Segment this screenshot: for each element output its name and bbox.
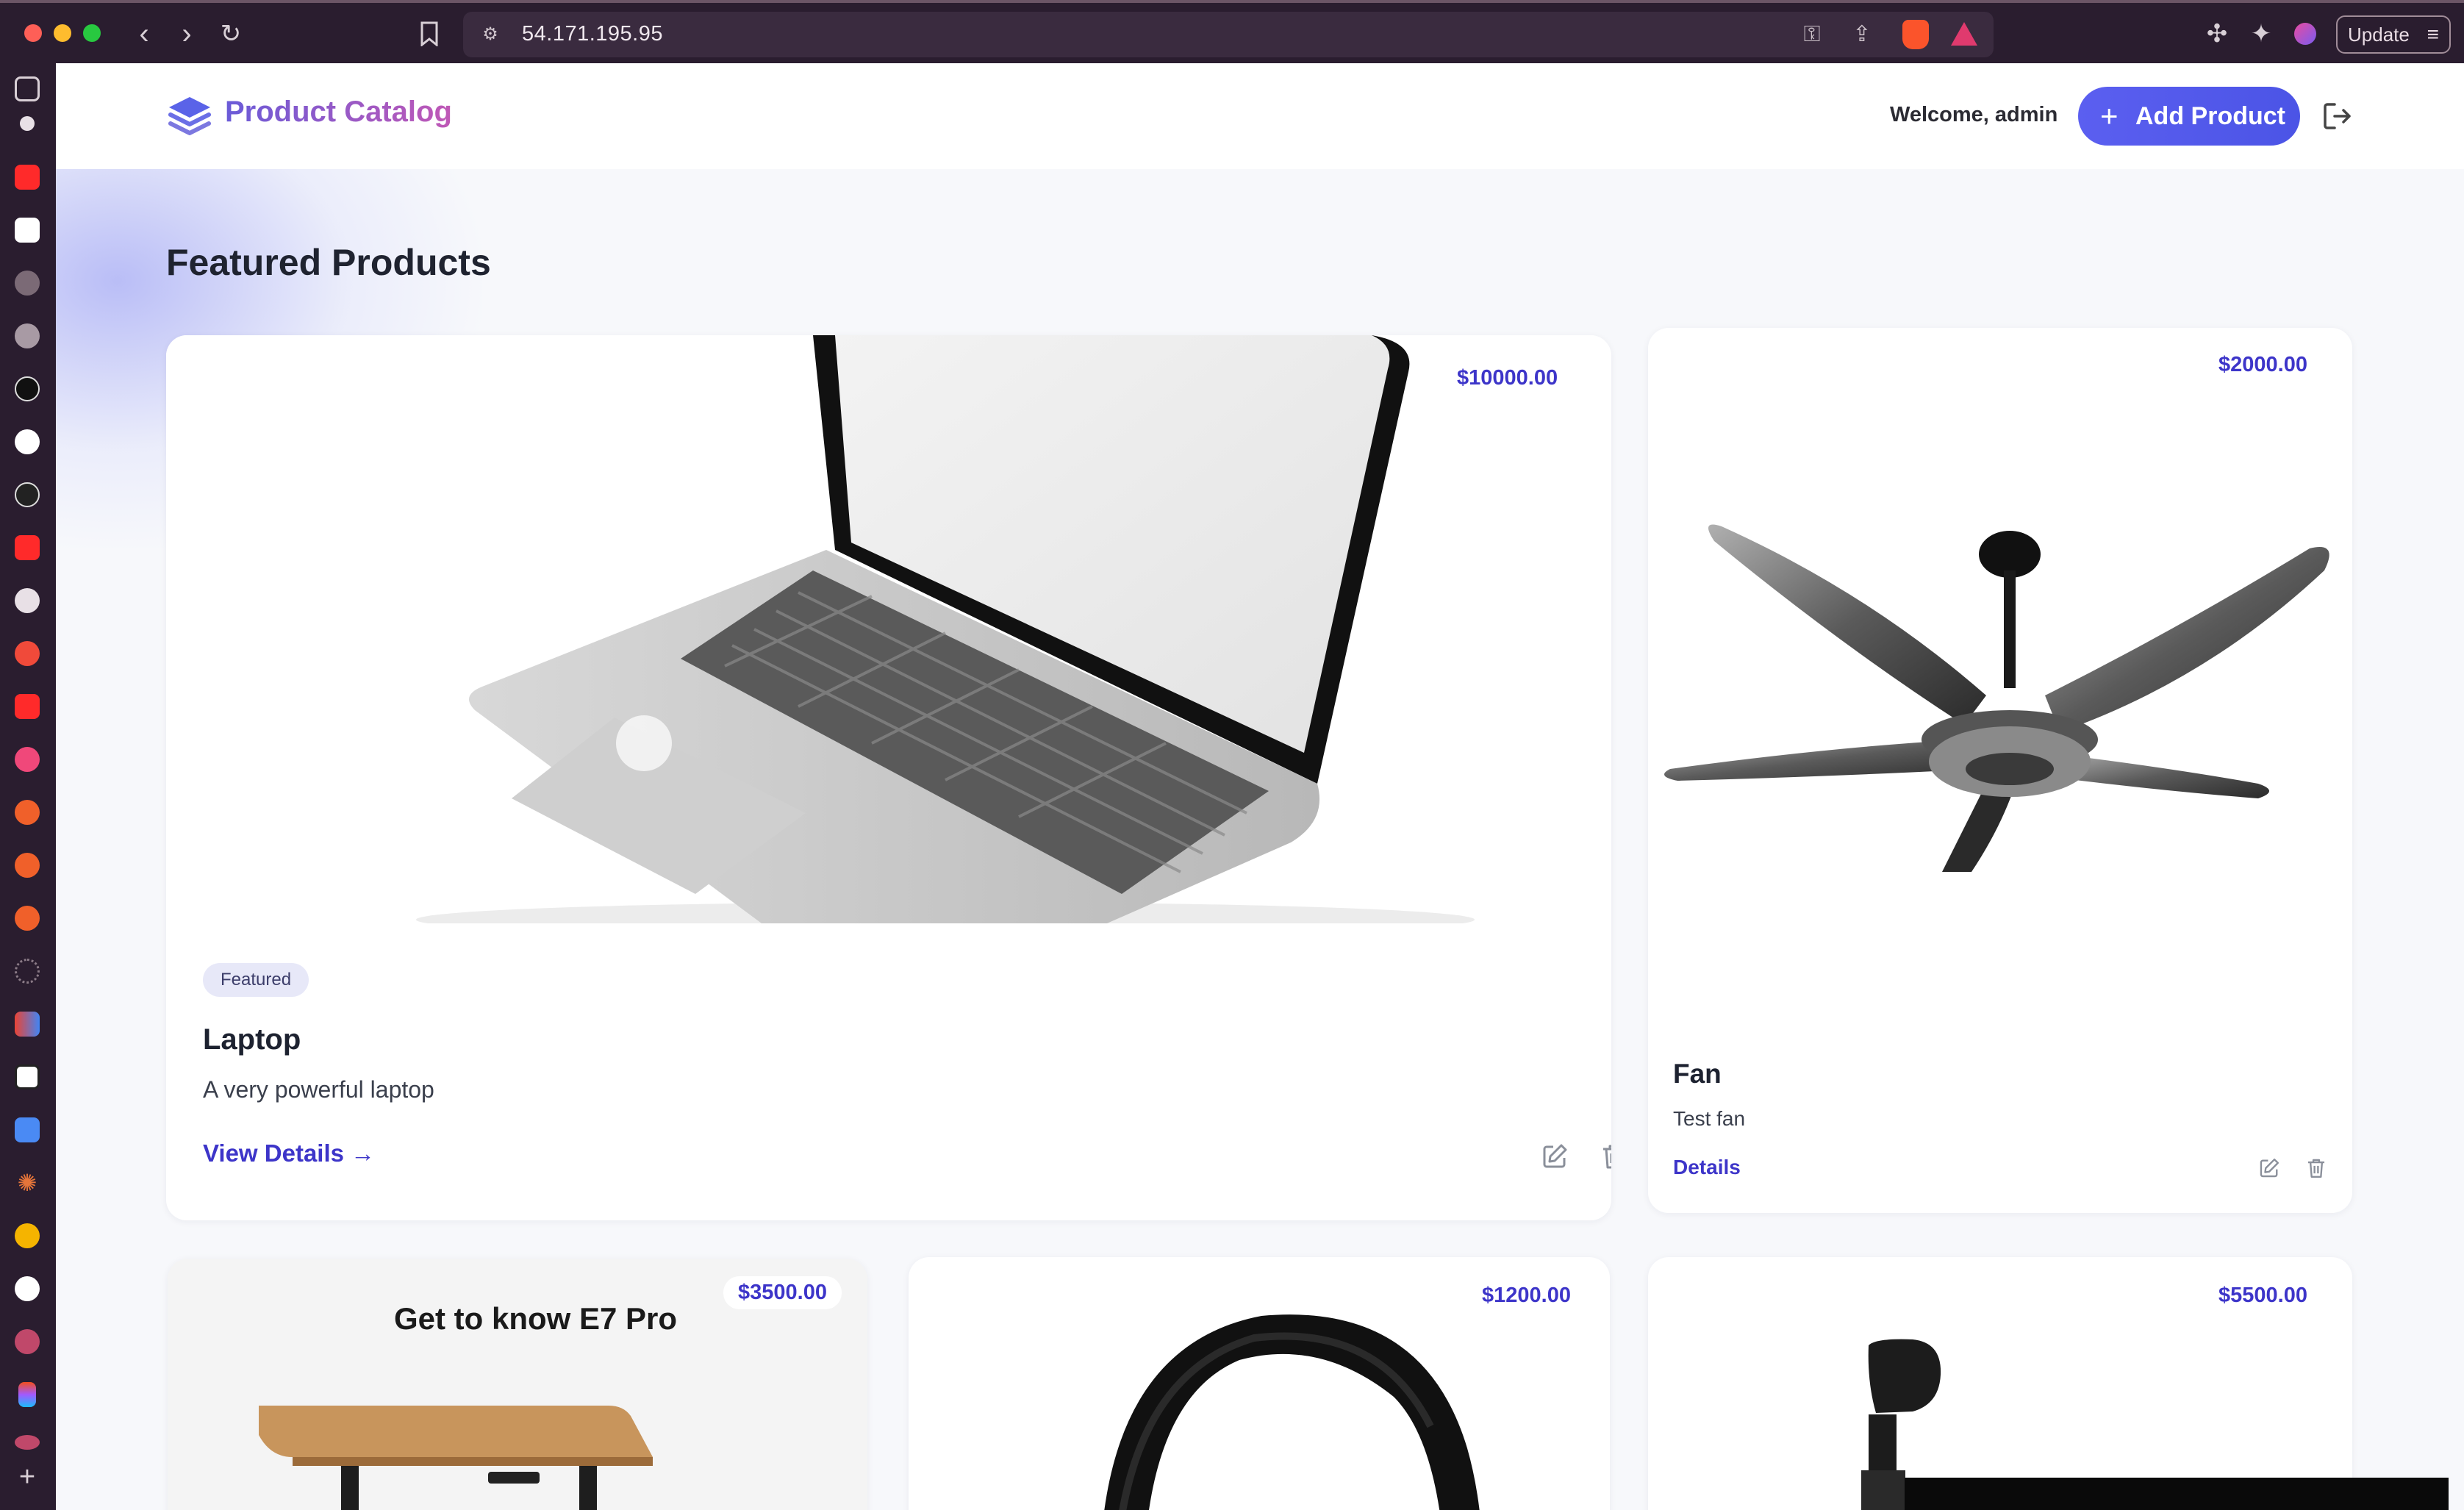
app-header: Product Catalog Welcome, admin + Add Pro… [56, 63, 2464, 169]
add-product-label: Add Product [2135, 102, 2285, 130]
menu-icon: ≡ [2427, 23, 2439, 46]
openai-tab-icon[interactable] [15, 1276, 40, 1301]
product-price: $1200.00 [1482, 1284, 1571, 1307]
claude-tab-icon[interactable]: ✺ [15, 1170, 40, 1195]
details-link[interactable]: Details [1673, 1156, 1741, 1179]
tab-favicon[interactable] [15, 1435, 40, 1450]
tab-favicon[interactable] [15, 1329, 40, 1354]
welcome-text: Welcome, admin [1890, 103, 2058, 126]
tab-favicon[interactable] [20, 116, 35, 131]
product-name: Fan [1673, 1059, 1722, 1089]
edit-icon[interactable] [2258, 1157, 2280, 1179]
laptop-image[interactable] [166, 335, 1611, 923]
zoom-window-button[interactable] [83, 24, 101, 42]
tab-favicon[interactable] [15, 800, 40, 825]
browser-titlebar: ‹ › ↻ ⚙ 54.171.195.95 ⚿ ⇪ ✣ ✦ Update ≡ [0, 0, 2464, 63]
add-product-button[interactable]: + Add Product [2078, 87, 2300, 146]
section-title: Featured Products [166, 242, 491, 283]
featured-badge: Featured [203, 963, 309, 997]
address-bar[interactable]: ⚙ 54.171.195.95 ⚿ ⇪ [463, 12, 1994, 57]
product-price: $10000.00 [1457, 366, 1558, 390]
brave-shield-icon[interactable] [1902, 20, 1929, 49]
layers-logo-icon[interactable] [166, 93, 213, 140]
logout-icon[interactable] [2320, 99, 2355, 134]
product-price: $3500.00 [723, 1276, 842, 1309]
trash-icon[interactable] [1600, 1142, 1611, 1170]
back-icon[interactable]: ‹ [128, 18, 160, 50]
product-card-laptop[interactable]: $10000.00 Featured Laptop A very powerfu… [166, 335, 1611, 1220]
product-price: $5500.00 [2218, 1284, 2307, 1307]
notion-tab-icon[interactable] [15, 1064, 40, 1089]
tab-favicon[interactable] [15, 376, 40, 401]
extensions-icon[interactable]: ✣ [2201, 18, 2233, 50]
tab-favicon[interactable] [15, 218, 40, 243]
app-title[interactable]: Product Catalog [225, 96, 452, 129]
github-tab-icon[interactable] [15, 482, 40, 507]
edit-icon[interactable] [1541, 1142, 1569, 1170]
tab-favicon[interactable] [15, 1223, 40, 1248]
view-details-link[interactable]: View Details → [203, 1139, 375, 1167]
figma-tab-icon[interactable] [18, 1382, 36, 1407]
product-name: Laptop [203, 1023, 301, 1056]
product-description: A very powerful laptop [203, 1076, 434, 1103]
update-button[interactable]: Update ≡ [2336, 15, 2451, 54]
product-description: Test fan [1673, 1107, 1746, 1130]
bookmark-icon[interactable] [413, 18, 445, 50]
url-text: 54.171.195.95 [522, 22, 663, 46]
forward-icon[interactable]: › [171, 18, 203, 50]
loading-tab-icon[interactable] [15, 959, 40, 984]
wordpress-tab-icon[interactable] [15, 588, 40, 613]
page-content: Product Catalog Welcome, admin + Add Pro… [56, 63, 2464, 1510]
close-window-button[interactable] [24, 24, 42, 42]
gmail-tab-icon[interactable] [15, 1012, 40, 1037]
share-icon[interactable]: ⇪ [1848, 21, 1876, 49]
tab-favicon[interactable] [15, 747, 40, 772]
trash-icon[interactable] [2305, 1157, 2327, 1179]
globe-tab-icon[interactable] [15, 323, 40, 348]
docs-tab-icon[interactable] [15, 1117, 40, 1142]
youtube-tab-icon[interactable] [15, 535, 40, 560]
globe-tab-icon[interactable] [15, 271, 40, 296]
sidebar-toggle-icon[interactable] [15, 76, 40, 101]
youtube-tab-icon[interactable] [15, 694, 40, 719]
product-card-headphones[interactable]: $1200.00 [909, 1257, 1610, 1510]
brave-rewards-icon[interactable] [1951, 22, 1977, 46]
product-card-desk[interactable]: Get to know E7 Pro $3500.00 [168, 1259, 867, 1510]
wallet-icon[interactable] [2289, 18, 2321, 50]
key-icon[interactable]: ⚿ [1798, 21, 1826, 49]
tab-favicon[interactable] [15, 906, 40, 931]
reload-icon[interactable]: ↻ [215, 18, 247, 50]
tab-favicon[interactable] [15, 641, 40, 666]
leo-ai-icon[interactable]: ✦ [2245, 18, 2277, 50]
minimize-window-button[interactable] [54, 24, 71, 42]
product-card-chair[interactable]: $5500.00 [1648, 1257, 2352, 1510]
update-label: Update [2348, 24, 2410, 46]
site-settings-icon[interactable]: ⚙ [476, 21, 504, 49]
new-tab-icon[interactable]: + [15, 1463, 40, 1491]
openai-tab-icon[interactable] [15, 429, 40, 454]
youtube-tab-icon[interactable] [15, 165, 40, 190]
product-price: $2000.00 [2218, 353, 2307, 376]
overlay-bar [1905, 1478, 2449, 1510]
fan-image[interactable] [1648, 460, 2352, 872]
plus-icon: + [2100, 99, 2119, 133]
product-card-fan[interactable]: $2000.00 Fan Test fan Details [1648, 328, 2352, 1213]
tab-favicon[interactable] [15, 853, 40, 878]
vertical-tab-sidebar: ✺ + [0, 63, 56, 1510]
